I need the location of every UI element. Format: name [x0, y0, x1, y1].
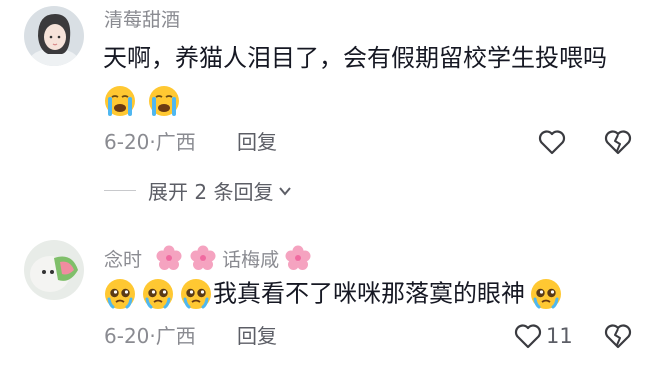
comment-text: 我真看不了咪咪那落寞的眼神	[103, 277, 563, 311]
pleading-face-icon	[105, 279, 135, 309]
cherry-blossom-icon	[190, 245, 216, 270]
comment-text-content: 我真看不了咪咪那落寞的眼神	[213, 279, 525, 308]
comment-date: 6-20	[104, 324, 150, 348]
dislike-broken-heart-icon[interactable]	[604, 129, 632, 155]
expand-divider-line	[104, 190, 136, 191]
reply-button[interactable]: 回复	[237, 326, 277, 346]
heart-icon[interactable]	[538, 129, 566, 155]
avatar[interactable]	[24, 6, 84, 66]
comment-username[interactable]: 念时 话梅咸	[104, 245, 311, 271]
comment-location: 广西	[155, 130, 196, 154]
expand-replies-button[interactable]: 展开 2 条回复	[104, 176, 293, 205]
username-part-2: 话梅咸	[222, 249, 280, 271]
comment-date: 6-20	[104, 130, 150, 154]
pleading-face-icon	[143, 279, 173, 309]
cherry-blossom-icon	[156, 245, 182, 270]
comment-location: 广西	[155, 324, 196, 348]
comment-meta: 6-20·广西	[104, 132, 196, 152]
pleading-face-icon	[181, 279, 211, 309]
expand-replies-label: 展开 2 条回复	[148, 180, 274, 204]
comment-text-content: 天啊，养猫人泪目了，会有假期留校学生投喂吗	[103, 44, 607, 72]
comment-meta: 6-20·广西	[104, 326, 196, 346]
comment-username[interactable]: 清莓甜酒	[104, 11, 180, 30]
crying-face-icon	[148, 86, 179, 116]
comment-emojis	[103, 84, 181, 118]
chevron-down-icon	[279, 186, 292, 196]
dislike-broken-heart-icon[interactable]	[604, 323, 632, 349]
avatar[interactable]	[24, 240, 84, 300]
username-part-1: 念时	[104, 249, 143, 271]
like-count: 11	[546, 324, 573, 348]
cherry-blossom-icon	[285, 245, 311, 270]
crying-face-icon	[105, 86, 135, 116]
reply-button[interactable]: 回复	[237, 132, 277, 152]
heart-icon[interactable]	[514, 323, 542, 349]
comment-text: 天啊，养猫人泪目了，会有假期留校学生投喂吗	[103, 44, 607, 73]
pleading-face-icon	[531, 279, 561, 309]
